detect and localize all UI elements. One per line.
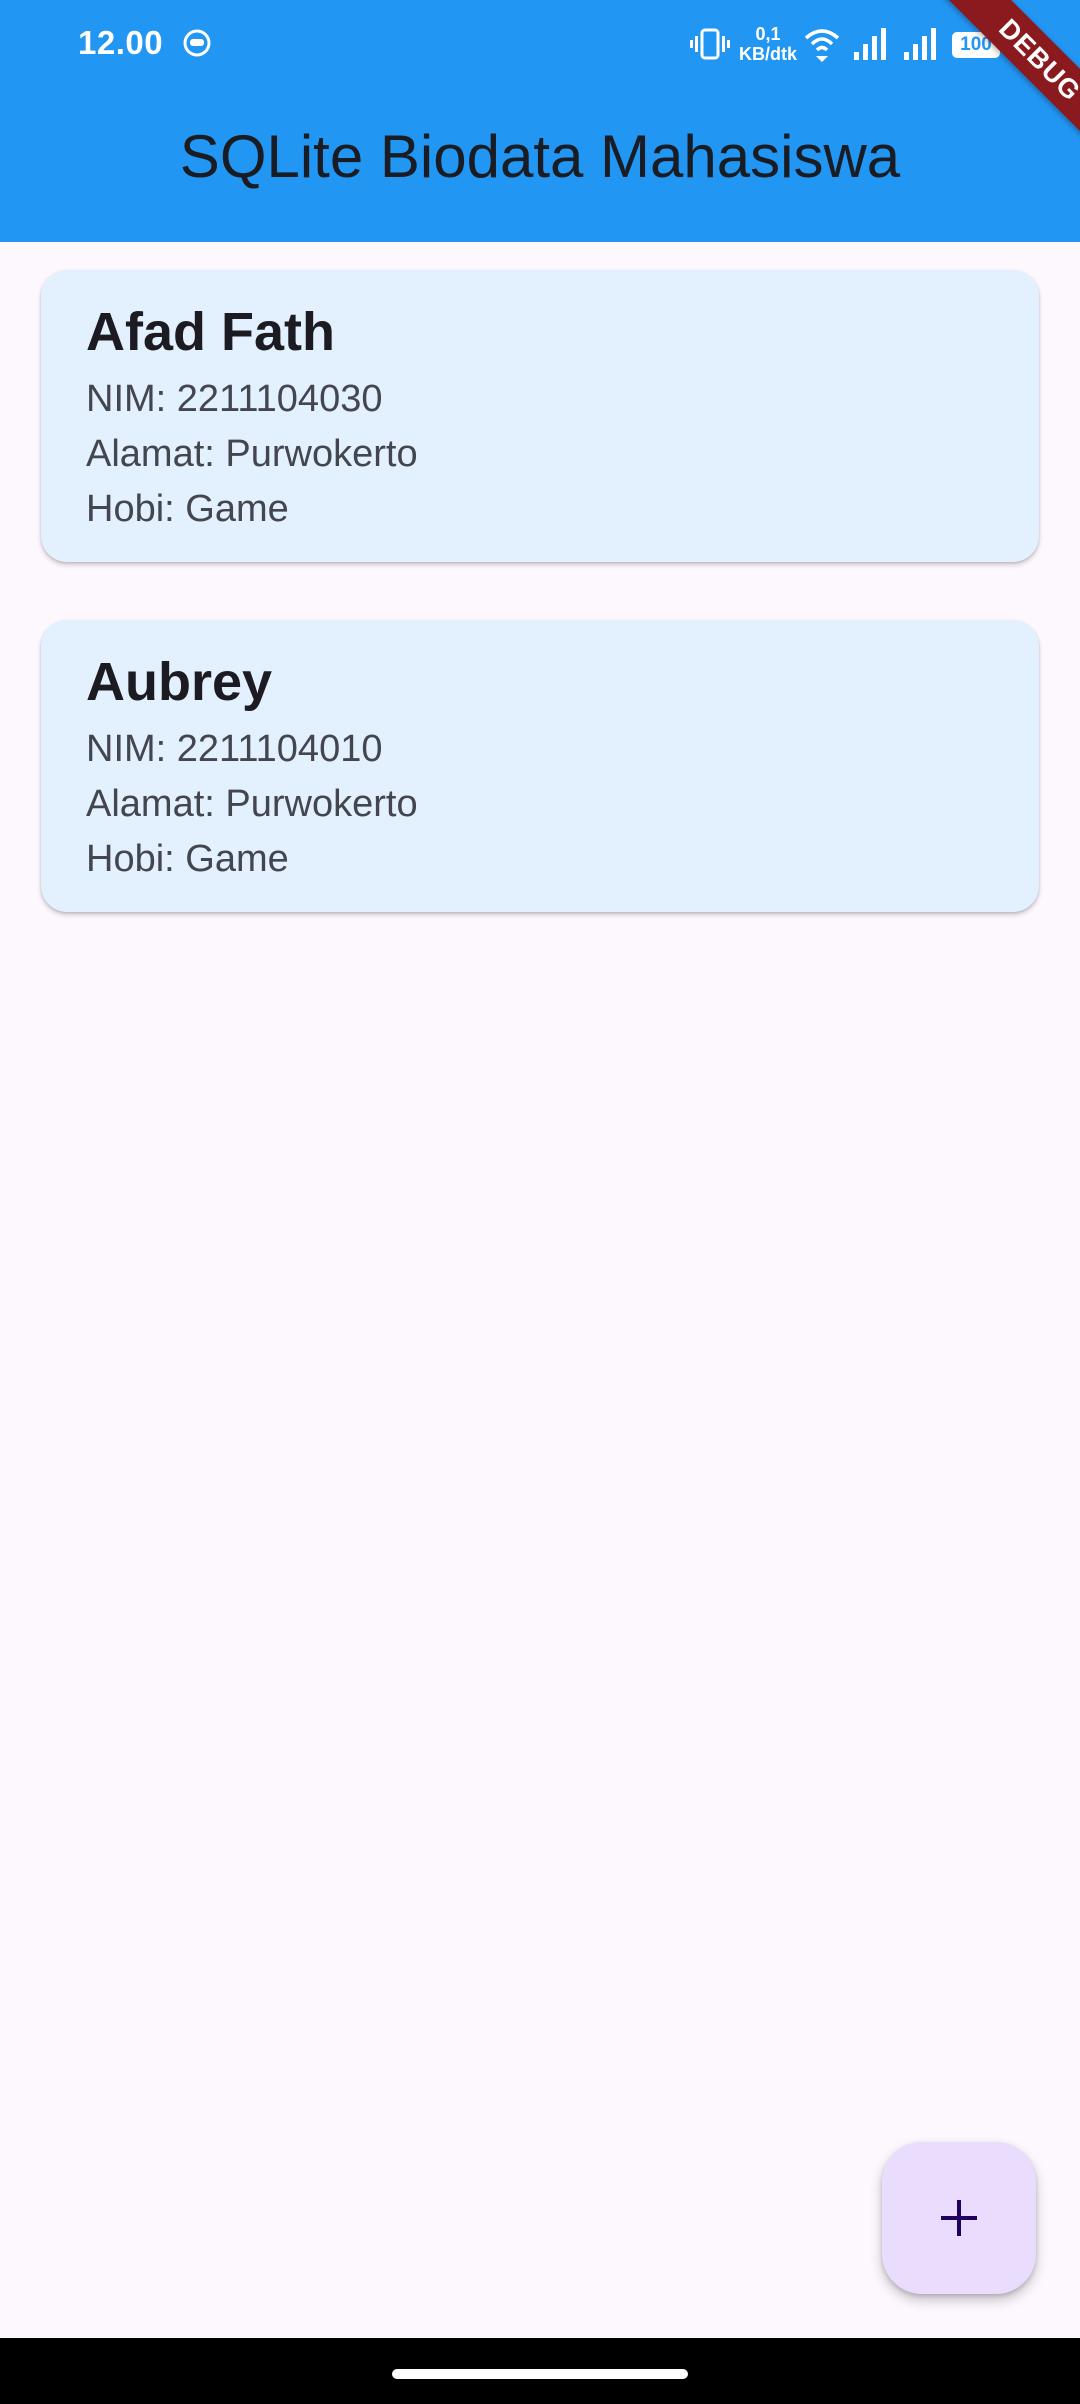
status-time: 12.00 xyxy=(78,24,164,61)
debug-banner-label: DEBUG xyxy=(932,0,1080,160)
debug-banner: DEBUG xyxy=(920,0,1080,160)
home-indicator[interactable] xyxy=(392,2369,688,2379)
student-name: Afad Fath xyxy=(86,302,335,362)
student-alamat: Alamat: Purwokerto xyxy=(86,783,418,825)
network-speed: 0,1 KB/dtk xyxy=(736,24,800,64)
student-nim: NIM: 2211104010 xyxy=(86,728,383,770)
student-card[interactable]: Aubrey NIM: 2211104010 Alamat: Purwokert… xyxy=(41,620,1039,912)
signal-icon xyxy=(854,28,886,60)
student-alamat: Alamat: Purwokerto xyxy=(86,433,418,475)
student-hobi: Hobi: Game xyxy=(86,838,289,880)
page-title: SQLite Biodata Mahasiswa xyxy=(179,123,901,190)
student-nim: NIM: 2211104030 xyxy=(86,378,383,420)
student-hobi: Hobi: Game xyxy=(86,488,289,530)
wifi-icon xyxy=(804,29,840,62)
network-speed-unit: KB/dtk xyxy=(739,44,797,64)
notification-icon xyxy=(183,29,211,57)
plus-icon xyxy=(941,2200,977,2236)
student-card[interactable]: Afad Fath NIM: 2211104030 Alamat: Purwok… xyxy=(41,270,1039,562)
app-bar: 12.00 0,1 KB/dtk 100 SQLite Biodata Maha… xyxy=(0,0,1080,242)
add-student-button[interactable] xyxy=(882,2142,1036,2294)
vibrate-icon xyxy=(690,28,730,60)
student-name: Aubrey xyxy=(86,652,273,712)
network-speed-value: 0,1 xyxy=(755,24,781,44)
status-bar: 12.00 0,1 KB/dtk 100 xyxy=(0,0,1080,88)
